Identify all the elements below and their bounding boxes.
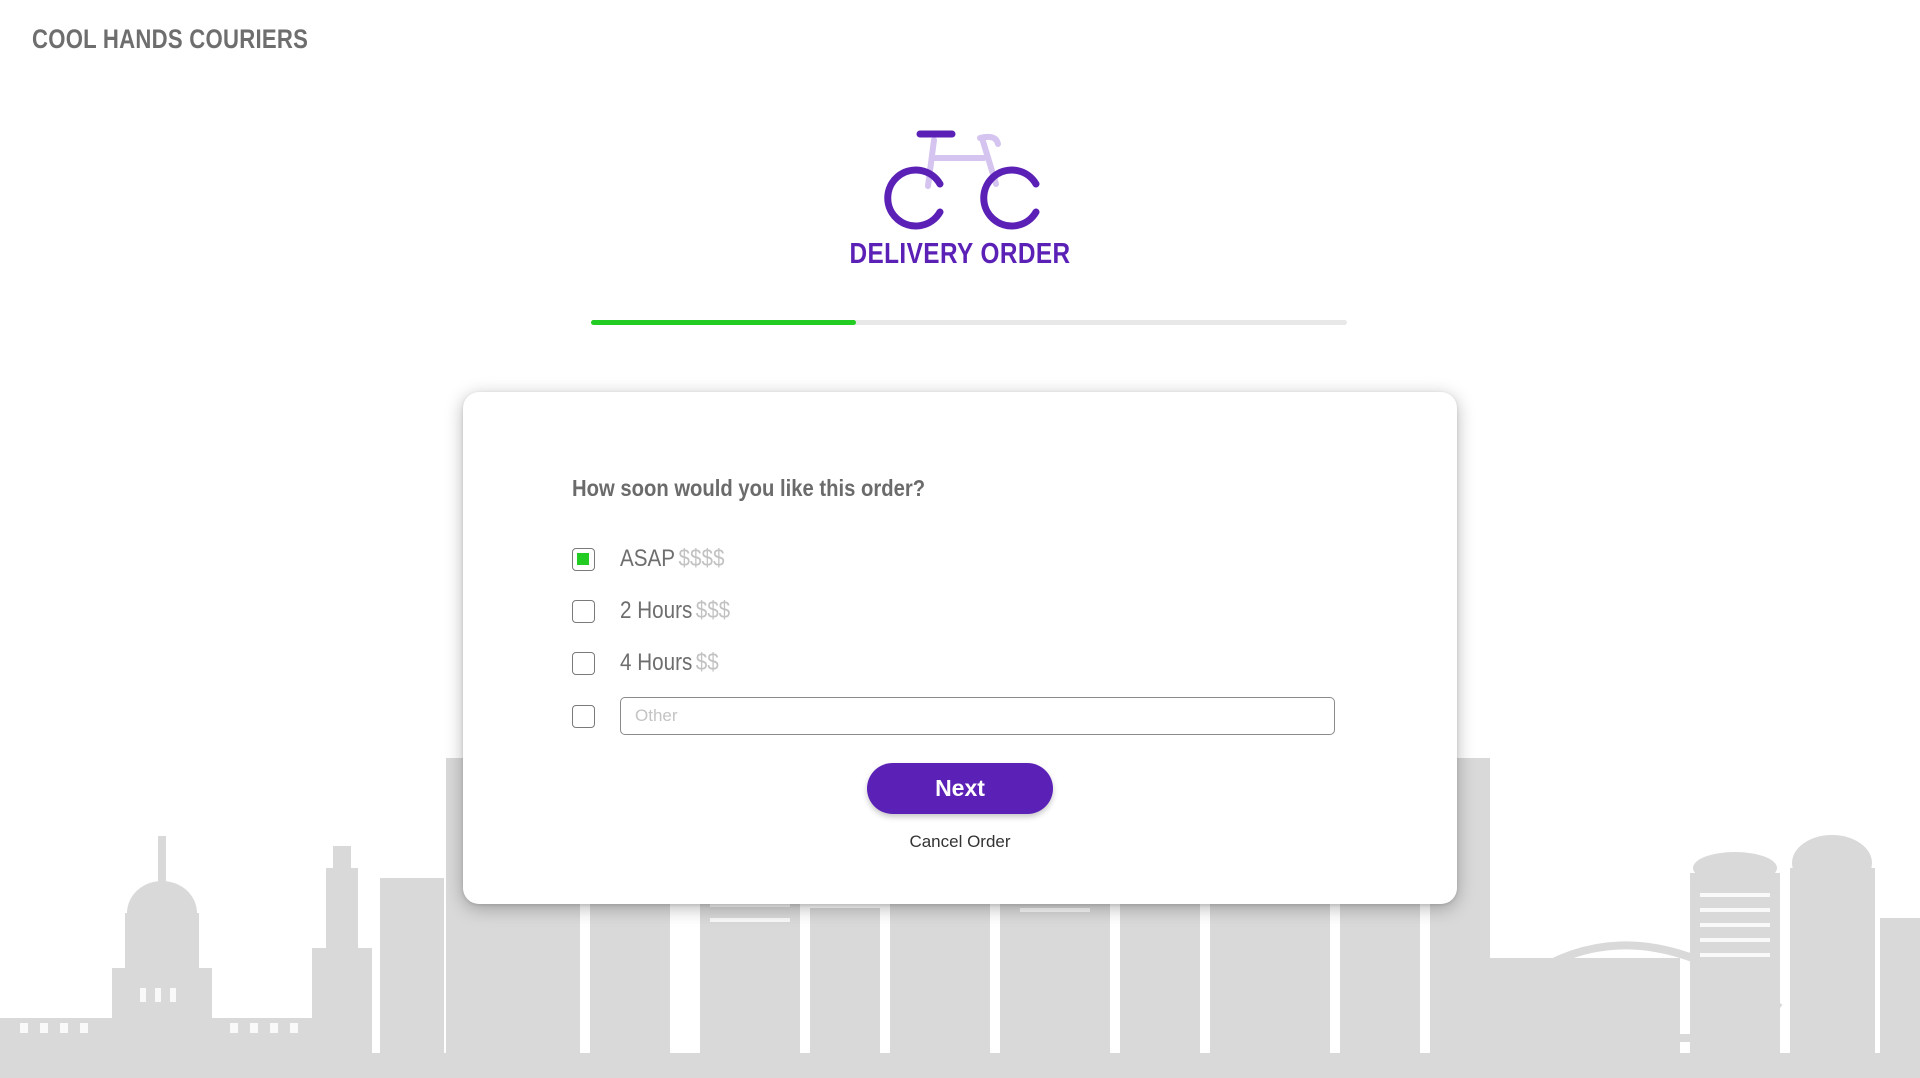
checkbox-2-hours[interactable] xyxy=(572,599,595,623)
bicycle-icon xyxy=(884,130,1040,230)
option-label-4-hours: 4 Hours $$ xyxy=(620,649,719,676)
price-indicator: $$$$ xyxy=(678,545,725,572)
option-label-asap: ASAP $$$$ xyxy=(620,545,725,572)
next-button[interactable]: Next xyxy=(867,763,1053,814)
checkbox-other[interactable] xyxy=(572,704,595,728)
brand-title: COOL HANDS COURIERS xyxy=(32,24,309,54)
checkbox-4-hours[interactable] xyxy=(572,651,595,675)
page-title: DELIVERY ORDER xyxy=(849,238,1071,270)
checkbox-asap[interactable] xyxy=(572,547,595,571)
question-label: How soon would you like this order? xyxy=(572,475,926,501)
cancel-order-link[interactable]: Cancel Order xyxy=(860,832,1060,852)
price-indicator: $$$ xyxy=(695,597,731,624)
price-indicator: $$ xyxy=(695,649,719,676)
progress-bar xyxy=(591,320,1347,325)
order-card: How soon would you like this order? ASAP… xyxy=(463,392,1457,904)
option-2-hours[interactable]: 2 Hours $$$ xyxy=(572,597,748,624)
option-asap[interactable]: ASAP $$$$ xyxy=(572,545,741,572)
option-other[interactable] xyxy=(572,703,595,729)
progress-fill xyxy=(591,320,856,325)
option-4-hours[interactable]: 4 Hours $$ xyxy=(572,649,735,676)
other-input[interactable] xyxy=(620,697,1335,735)
option-label-2-hours: 2 Hours $$$ xyxy=(620,597,731,624)
